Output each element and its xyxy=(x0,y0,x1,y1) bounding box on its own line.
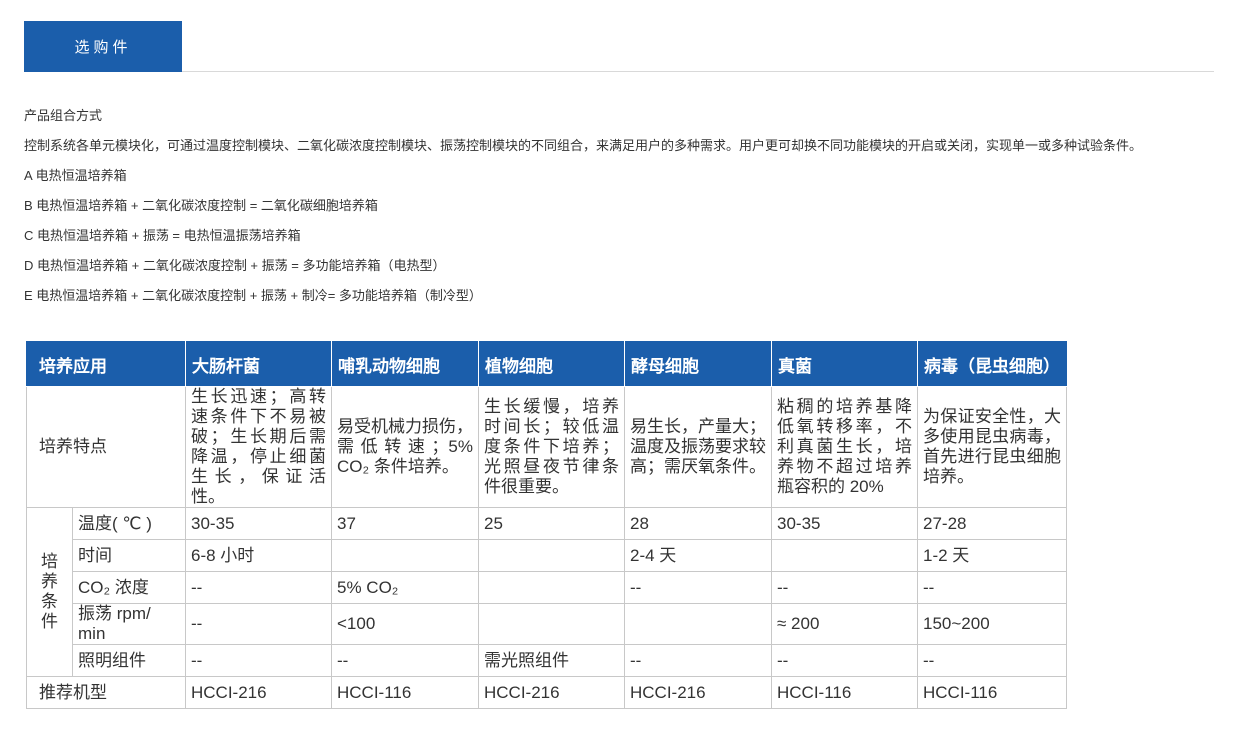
table-cell xyxy=(478,571,625,604)
column-header: 大肠杆菌 xyxy=(185,341,332,387)
table-cell: -- xyxy=(185,571,332,604)
table-row: 振荡 rpm/ min -- <100 ≈ 200 150~200 xyxy=(27,603,1067,645)
combo-item: D 电热恒温培养箱 + 二氧化碳浓度控制 + 振荡 = 多功能培养箱（电热型） xyxy=(24,258,446,273)
feature-cell: 为保证安全性，大多使用昆虫病毒，首先进行昆虫细胞培养。 xyxy=(917,386,1067,508)
table-cell: -- xyxy=(185,603,332,645)
table-cell: <100 xyxy=(331,603,479,645)
table-cell xyxy=(624,603,772,645)
model-cell: HCCI-116 xyxy=(331,676,479,709)
table-row: 培养条件 温度( ℃ ) 30-35 37 25 28 30-35 27-28 xyxy=(26,507,1067,677)
tab-bar: 选购件 xyxy=(24,21,1214,72)
table-row: 照明组件 -- -- 需光照组件 -- -- -- xyxy=(27,644,1067,677)
condition-label: 振荡 rpm/ min xyxy=(72,603,186,645)
column-header: 哺乳动物细胞 xyxy=(331,341,479,387)
table-cell: -- xyxy=(771,571,918,604)
table-cell: 150~200 xyxy=(917,603,1067,645)
description: 产品组合方式 控制系统各单元模块化，可通过温度控制模块、二氧化碳浓度控制模块、振… xyxy=(24,101,1219,311)
combo-item: A 电热恒温培养箱 xyxy=(24,168,127,183)
description-heading: 产品组合方式 xyxy=(24,108,103,123)
model-cell: HCCI-216 xyxy=(624,676,772,709)
table-row: CO₂ 浓度 -- 5% CO₂ -- -- -- xyxy=(27,571,1067,604)
table-cell: 2-4 天 xyxy=(624,539,772,572)
table-row: 推荐机型 HCCI-216 HCCI-116 HCCI-216 HCCI-216… xyxy=(26,676,1067,709)
table-cell: 28 xyxy=(624,507,772,540)
column-header: 真菌 xyxy=(771,341,918,387)
table-cell: 27-28 xyxy=(917,507,1067,540)
table-cell: -- xyxy=(917,571,1067,604)
feature-cell: 易生长，产量大；温度及振荡要求较高；需厌氧条件。 xyxy=(624,386,772,508)
culture-spec-table: 培养应用 大肠杆菌 哺乳动物细胞 植物细胞 酵母细胞 真菌 病毒（昆虫细胞） 培… xyxy=(26,341,1067,709)
table-cell: 5% CO₂ xyxy=(331,571,479,604)
condition-label: 温度( ℃ ) xyxy=(72,507,186,540)
table-cell xyxy=(331,539,479,572)
combo-item: C 电热恒温培养箱 + 振荡 = 电热恒温振荡培养箱 xyxy=(24,228,301,243)
feature-cell: 易受机械力损伤，需低转速；5% CO₂ 条件培养。 xyxy=(331,386,479,508)
model-cell: HCCI-216 xyxy=(185,676,332,709)
table-cell: 6-8 小时 xyxy=(185,539,332,572)
table-cell: ≈ 200 xyxy=(771,603,918,645)
model-cell: HCCI-216 xyxy=(478,676,625,709)
table-cell: -- xyxy=(331,644,479,677)
table-cell: -- xyxy=(771,644,918,677)
table-cell: -- xyxy=(624,644,772,677)
table-cell: -- xyxy=(624,571,772,604)
row-header: 培养特点 xyxy=(26,386,186,508)
table-cell xyxy=(478,603,625,645)
conditions-header-label: 培养条件 xyxy=(41,552,58,631)
feature-cell: 生长迅速；高转速条件下不易被破；生长期后需降温，停止细菌生长，保证活性。 xyxy=(185,386,332,508)
column-header: 病毒（昆虫细胞） xyxy=(917,341,1067,387)
model-cell: HCCI-116 xyxy=(771,676,918,709)
conditions-header: 培养条件 xyxy=(26,507,73,677)
column-header: 植物细胞 xyxy=(478,341,625,387)
description-paragraph: 控制系统各单元模块化，可通过温度控制模块、二氧化碳浓度控制模块、振荡控制模块的不… xyxy=(24,138,1143,153)
table-header-row: 培养应用 大肠杆菌 哺乳动物细胞 植物细胞 酵母细胞 真菌 病毒（昆虫细胞） xyxy=(26,341,1067,387)
table-cell: -- xyxy=(917,644,1067,677)
table-row: 时间 6-8 小时 2-4 天 1-2 天 xyxy=(27,539,1067,572)
table-cell: 1-2 天 xyxy=(917,539,1067,572)
combo-item: E 电热恒温培养箱 + 二氧化碳浓度控制 + 振荡 + 制冷= 多功能培养箱（制… xyxy=(24,288,482,303)
condition-label: 时间 xyxy=(72,539,186,572)
condition-label: CO₂ 浓度 xyxy=(72,571,186,604)
table-cell: 37 xyxy=(331,507,479,540)
table-cell: 30-35 xyxy=(771,507,918,540)
table-row: 培养特点 生长迅速；高转速条件下不易被破；生长期后需降温，停止细菌生长，保证活性… xyxy=(26,386,1067,508)
table-cell: 30-35 xyxy=(185,507,332,540)
feature-cell: 粘稠的培养基降低氧转移率，不利真菌生长，培养物不超过培养瓶容积的 20% xyxy=(771,386,918,508)
condition-label: 照明组件 xyxy=(72,644,186,677)
column-header: 培养应用 xyxy=(26,341,186,387)
tab-accessories[interactable]: 选购件 xyxy=(24,21,182,72)
table-cell xyxy=(478,539,625,572)
table-cell: -- xyxy=(185,644,332,677)
feature-cell: 生长缓慢，培养时间长；较低温度条件下培养；光照昼夜节律条件很重要。 xyxy=(478,386,625,508)
combo-item: B 电热恒温培养箱 + 二氧化碳浓度控制 = 二氧化碳细胞培养箱 xyxy=(24,198,378,213)
row-header: 推荐机型 xyxy=(26,676,186,709)
table-cell xyxy=(771,539,918,572)
table-cell: 需光照组件 xyxy=(478,644,625,677)
table-cell: 25 xyxy=(478,507,625,540)
model-cell: HCCI-116 xyxy=(917,676,1067,709)
column-header: 酵母细胞 xyxy=(624,341,772,387)
